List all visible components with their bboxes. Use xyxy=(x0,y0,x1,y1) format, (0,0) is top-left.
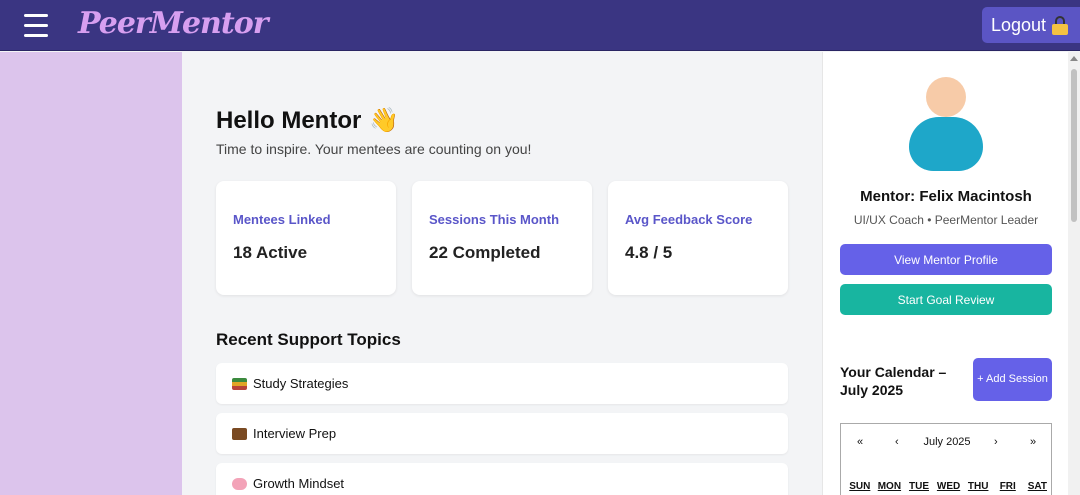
topic-item-study-strategies[interactable]: Study Strategies xyxy=(216,363,788,404)
stat-value: 18 Active xyxy=(233,243,308,262)
top-nav-bar: PeerMentor Logout xyxy=(0,0,1080,51)
main-content: Hello Mentor 👋 Time to inspire. Your men… xyxy=(182,52,822,495)
weekday-label: SUN xyxy=(849,481,871,492)
stat-label: Mentees Linked xyxy=(233,212,331,227)
add-session-button[interactable]: + Add Session xyxy=(973,358,1052,401)
weekday-label: SAT xyxy=(1027,481,1047,492)
stat-card-feedback: Avg Feedback Score 4.8 / 5 xyxy=(608,181,788,295)
mentor-role: UI/UX Coach • PeerMentor Leader xyxy=(853,213,1039,227)
logout-label: Logout xyxy=(991,14,1047,35)
view-mentor-profile-button[interactable]: View Mentor Profile xyxy=(840,244,1052,275)
page-title: Hello Mentor 👋 xyxy=(216,106,399,135)
mentor-name: Mentor: Felix Macintosh xyxy=(860,188,1032,205)
stat-label: Avg Feedback Score xyxy=(625,212,753,227)
left-sidebar xyxy=(0,52,182,495)
calendar-title: Your Calendar – July 2025 xyxy=(840,364,947,398)
waving-hand-icon: 👋 xyxy=(369,107,400,134)
topic-label: Interview Prep xyxy=(253,426,337,441)
start-goal-review-button[interactable]: Start Goal Review xyxy=(840,284,1052,315)
topic-label: Study Strategies xyxy=(253,376,349,391)
menu-icon[interactable] xyxy=(24,14,48,38)
stat-value: 22 Completed xyxy=(429,243,541,262)
weekday-label: MON xyxy=(877,481,902,492)
books-icon xyxy=(232,377,247,390)
weekday-label: TUE xyxy=(908,481,929,492)
page-subtitle: Time to inspire. Your mentees are counti… xyxy=(216,141,532,157)
calendar-widget: « ‹ July 2025 › » SUN MON TUE WED THU FR… xyxy=(840,423,1052,495)
profile-panel: Mentor: Felix Macintosh UI/UX Coach • Pe… xyxy=(822,52,1068,495)
avatar xyxy=(909,77,983,171)
scrollbar[interactable] xyxy=(1068,52,1080,495)
stat-card-sessions: Sessions This Month 22 Completed xyxy=(412,181,592,295)
weekday-header: SUN MON TUE WED THU FRI SAT xyxy=(845,481,1052,492)
briefcase-icon xyxy=(232,427,247,440)
topic-item-interview-prep[interactable]: Interview Prep xyxy=(216,413,788,454)
next-year-button[interactable]: » xyxy=(1030,436,1036,448)
weekday-label: FRI xyxy=(999,481,1016,492)
greeting-text: Hello Mentor xyxy=(216,106,362,134)
recent-topics-heading: Recent Support Topics xyxy=(216,330,401,349)
topic-label: Growth Mindset xyxy=(253,476,345,491)
weekday-label: THU xyxy=(967,481,989,492)
next-month-button[interactable]: › xyxy=(994,436,998,448)
calendar-month-label[interactable]: July 2025 xyxy=(841,436,1053,448)
stat-card-mentees: Mentees Linked 18 Active xyxy=(216,181,396,295)
brain-icon xyxy=(232,477,247,490)
stat-value: 4.8 / 5 xyxy=(625,243,673,262)
scrollbar-thumb[interactable] xyxy=(1071,69,1077,222)
weekday-label: WED xyxy=(936,481,961,492)
stat-label: Sessions This Month xyxy=(429,212,560,227)
brand-logo[interactable]: PeerMentor xyxy=(78,6,269,41)
lock-icon xyxy=(1052,16,1069,35)
scroll-up-arrow-icon[interactable] xyxy=(1070,56,1078,61)
logout-button[interactable]: Logout xyxy=(982,7,1080,43)
topic-item-growth-mindset[interactable]: Growth Mindset xyxy=(216,463,788,495)
